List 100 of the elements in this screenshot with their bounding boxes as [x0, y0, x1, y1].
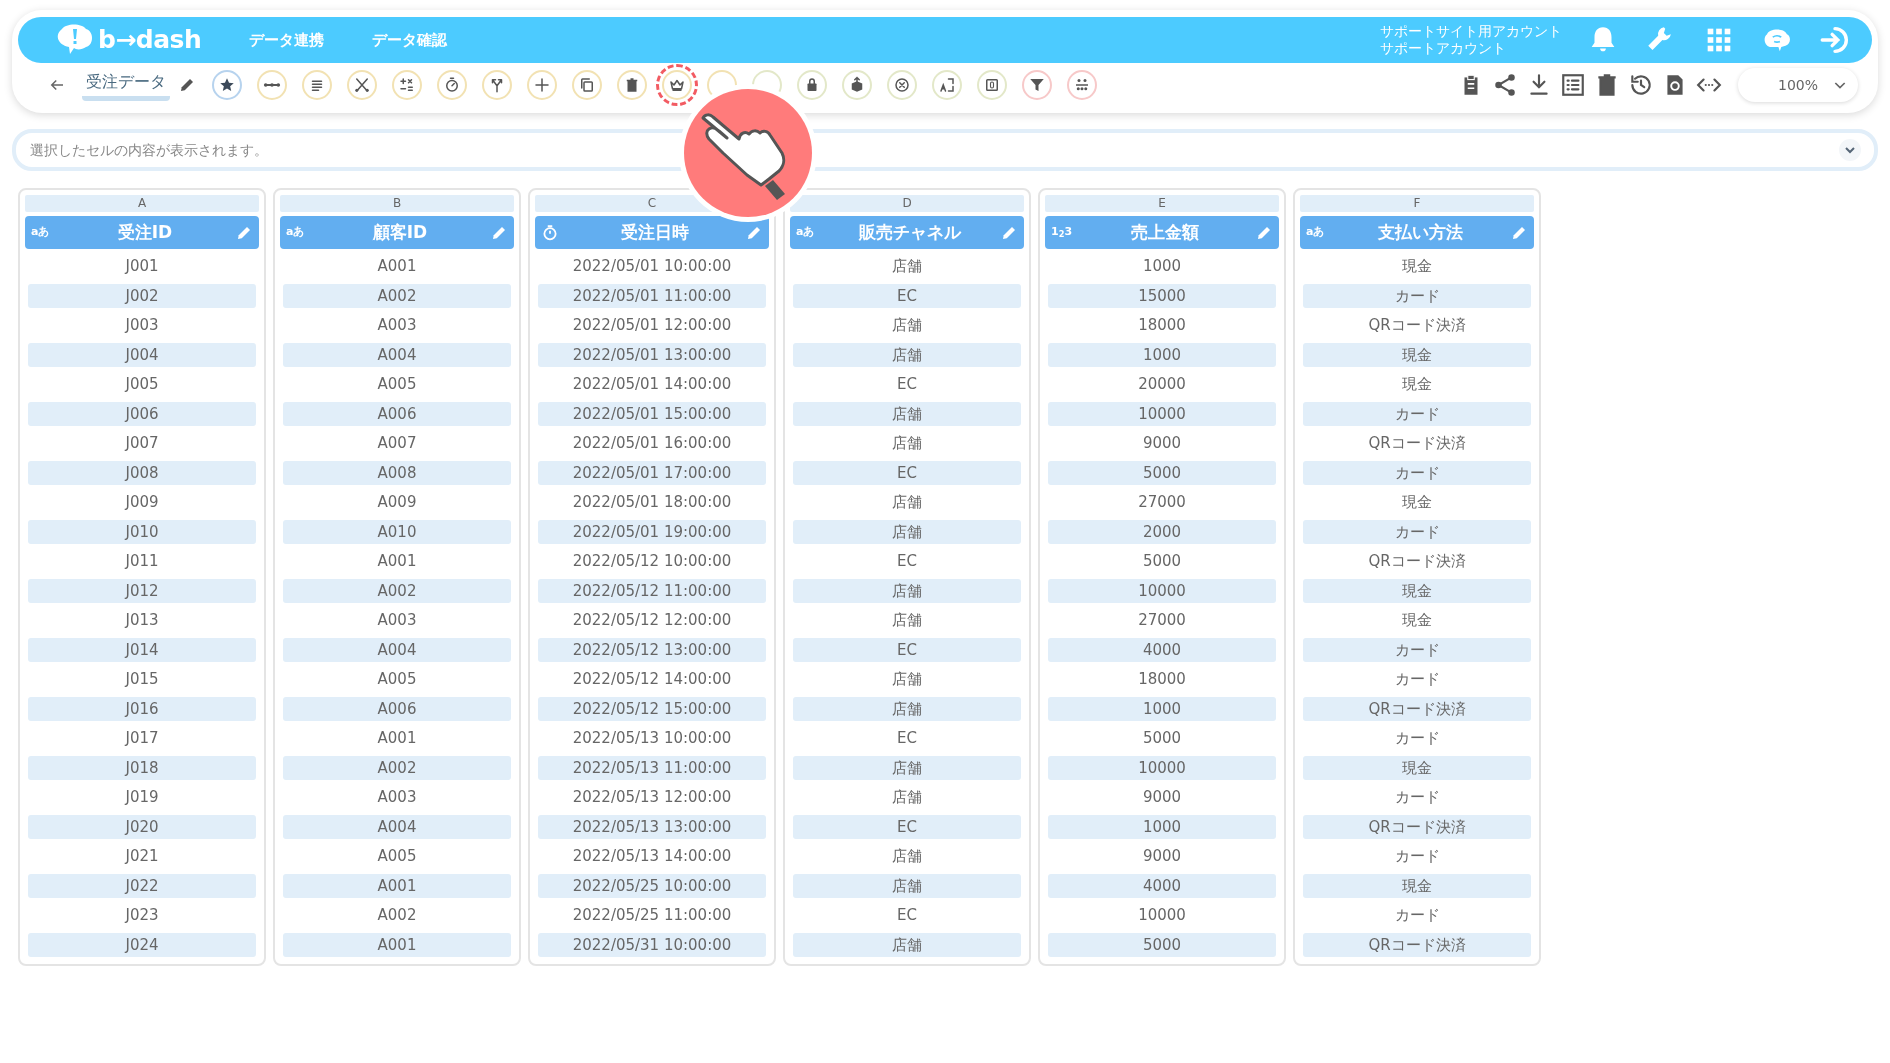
table-cell[interactable]: EC — [793, 814, 1021, 839]
column-letter[interactable]: F — [1300, 195, 1534, 212]
table-cell[interactable]: J011 — [28, 549, 256, 574]
chevron-down-icon[interactable] — [1838, 138, 1862, 162]
tool-button[interactable] — [212, 70, 242, 100]
table-cell[interactable]: J014 — [28, 637, 256, 662]
table-cell[interactable]: 20000 — [1048, 372, 1276, 397]
table-cell[interactable]: J002 — [28, 283, 256, 308]
table-cell[interactable]: 現金 — [1303, 608, 1531, 633]
table-cell[interactable]: J015 — [28, 667, 256, 692]
table-cell[interactable]: 2000 — [1048, 519, 1276, 544]
table-cell[interactable]: カード — [1303, 401, 1531, 426]
table-cell[interactable]: A003 — [283, 785, 511, 810]
table-cell[interactable]: A001 — [283, 254, 511, 279]
table-cell[interactable]: J006 — [28, 401, 256, 426]
table-cell[interactable]: 店舗 — [793, 608, 1021, 633]
column-letter[interactable]: D — [790, 195, 1024, 212]
table-cell[interactable]: 店舗 — [793, 785, 1021, 810]
table-cell[interactable]: 2022/05/01 17:00:00 — [538, 460, 766, 485]
table-cell[interactable]: 店舗 — [793, 667, 1021, 692]
table-cell[interactable]: EC — [793, 460, 1021, 485]
table-cell[interactable]: 現金 — [1303, 578, 1531, 603]
table-cell[interactable]: A005 — [283, 372, 511, 397]
tool-button[interactable] — [977, 70, 1007, 100]
table-cell[interactable]: A002 — [283, 755, 511, 780]
table-cell[interactable]: 5000 — [1048, 932, 1276, 957]
table-cell[interactable]: 店舗 — [793, 578, 1021, 603]
table-cell[interactable]: 10000 — [1048, 401, 1276, 426]
table-cell[interactable]: J017 — [28, 726, 256, 751]
tool-button[interactable] — [437, 70, 467, 100]
table-cell[interactable]: QRコード決済 — [1303, 313, 1531, 338]
table-cell[interactable]: J005 — [28, 372, 256, 397]
tool-button[interactable] — [797, 70, 827, 100]
table-cell[interactable]: 1000 — [1048, 814, 1276, 839]
table-cell[interactable]: A005 — [283, 844, 511, 869]
table-cell[interactable]: カード — [1303, 460, 1531, 485]
table-cell[interactable]: 2022/05/12 13:00:00 — [538, 637, 766, 662]
table-cell[interactable]: A004 — [283, 637, 511, 662]
table-cell[interactable]: A003 — [283, 608, 511, 633]
table-cell[interactable]: J013 — [28, 608, 256, 633]
tool-button[interactable] — [392, 70, 422, 100]
table-cell[interactable]: EC — [793, 726, 1021, 751]
table-cell[interactable]: J007 — [28, 431, 256, 456]
column-letter[interactable]: A — [25, 195, 259, 212]
table-cell[interactable]: J019 — [28, 785, 256, 810]
table-cell[interactable]: 27000 — [1048, 490, 1276, 515]
table-cell[interactable]: 5000 — [1048, 549, 1276, 574]
table-cell[interactable]: 1000 — [1048, 696, 1276, 721]
table-cell[interactable]: A002 — [283, 578, 511, 603]
tool-button[interactable] — [887, 70, 917, 100]
tool-button[interactable] — [842, 70, 872, 100]
table-cell[interactable]: J001 — [28, 254, 256, 279]
table-cell[interactable]: A001 — [283, 932, 511, 957]
table-cell[interactable]: 現金 — [1303, 490, 1531, 515]
table-cell[interactable]: EC — [793, 283, 1021, 308]
table-cell[interactable]: 店舗 — [793, 519, 1021, 544]
table-cell[interactable]: A001 — [283, 873, 511, 898]
table-cell[interactable]: 2022/05/01 11:00:00 — [538, 283, 766, 308]
table-cell[interactable]: カード — [1303, 726, 1531, 751]
tool-button[interactable] — [527, 70, 557, 100]
table-cell[interactable]: A002 — [283, 283, 511, 308]
table-cell[interactable]: 10000 — [1048, 755, 1276, 780]
tool-button[interactable] — [257, 70, 287, 100]
table-cell[interactable]: 2022/05/01 15:00:00 — [538, 401, 766, 426]
list-icon[interactable] — [1560, 72, 1586, 98]
table-cell[interactable]: QRコード決済 — [1303, 932, 1531, 957]
tool-button[interactable] — [1022, 70, 1052, 100]
tool-button[interactable] — [302, 70, 332, 100]
table-cell[interactable]: 2022/05/12 11:00:00 — [538, 578, 766, 603]
table-cell[interactable]: 2022/05/01 18:00:00 — [538, 490, 766, 515]
table-cell[interactable]: 店舗 — [793, 313, 1021, 338]
table-cell[interactable]: 4000 — [1048, 637, 1276, 662]
table-cell[interactable]: QRコード決済 — [1303, 431, 1531, 456]
table-cell[interactable]: 店舗 — [793, 932, 1021, 957]
table-cell[interactable]: EC — [793, 903, 1021, 928]
table-cell[interactable]: A006 — [283, 696, 511, 721]
table-cell[interactable]: J023 — [28, 903, 256, 928]
table-cell[interactable]: QRコード決済 — [1303, 549, 1531, 574]
table-cell[interactable]: J012 — [28, 578, 256, 603]
table-cell[interactable]: 店舗 — [793, 696, 1021, 721]
table-cell[interactable]: 15000 — [1048, 283, 1276, 308]
table-cell[interactable]: 2022/05/12 15:00:00 — [538, 696, 766, 721]
table-cell[interactable]: 2022/05/13 10:00:00 — [538, 726, 766, 751]
table-cell[interactable]: J008 — [28, 460, 256, 485]
table-cell[interactable]: 2022/05/01 10:00:00 — [538, 254, 766, 279]
table-cell[interactable]: 2022/05/25 11:00:00 — [538, 903, 766, 928]
table-cell[interactable]: 5000 — [1048, 726, 1276, 751]
table-cell[interactable]: A006 — [283, 401, 511, 426]
table-cell[interactable]: 店舗 — [793, 342, 1021, 367]
pencil-icon[interactable] — [178, 76, 196, 94]
table-cell[interactable]: A003 — [283, 313, 511, 338]
table-cell[interactable]: 現金 — [1303, 342, 1531, 367]
table-cell[interactable]: 2022/05/13 14:00:00 — [538, 844, 766, 869]
tool-button[interactable] — [1067, 70, 1097, 100]
table-cell[interactable]: 現金 — [1303, 755, 1531, 780]
table-cell[interactable]: 店舗 — [793, 844, 1021, 869]
table-cell[interactable]: 1000 — [1048, 342, 1276, 367]
table-cell[interactable]: 10000 — [1048, 578, 1276, 603]
table-cell[interactable]: J009 — [28, 490, 256, 515]
table-cell[interactable]: J020 — [28, 814, 256, 839]
